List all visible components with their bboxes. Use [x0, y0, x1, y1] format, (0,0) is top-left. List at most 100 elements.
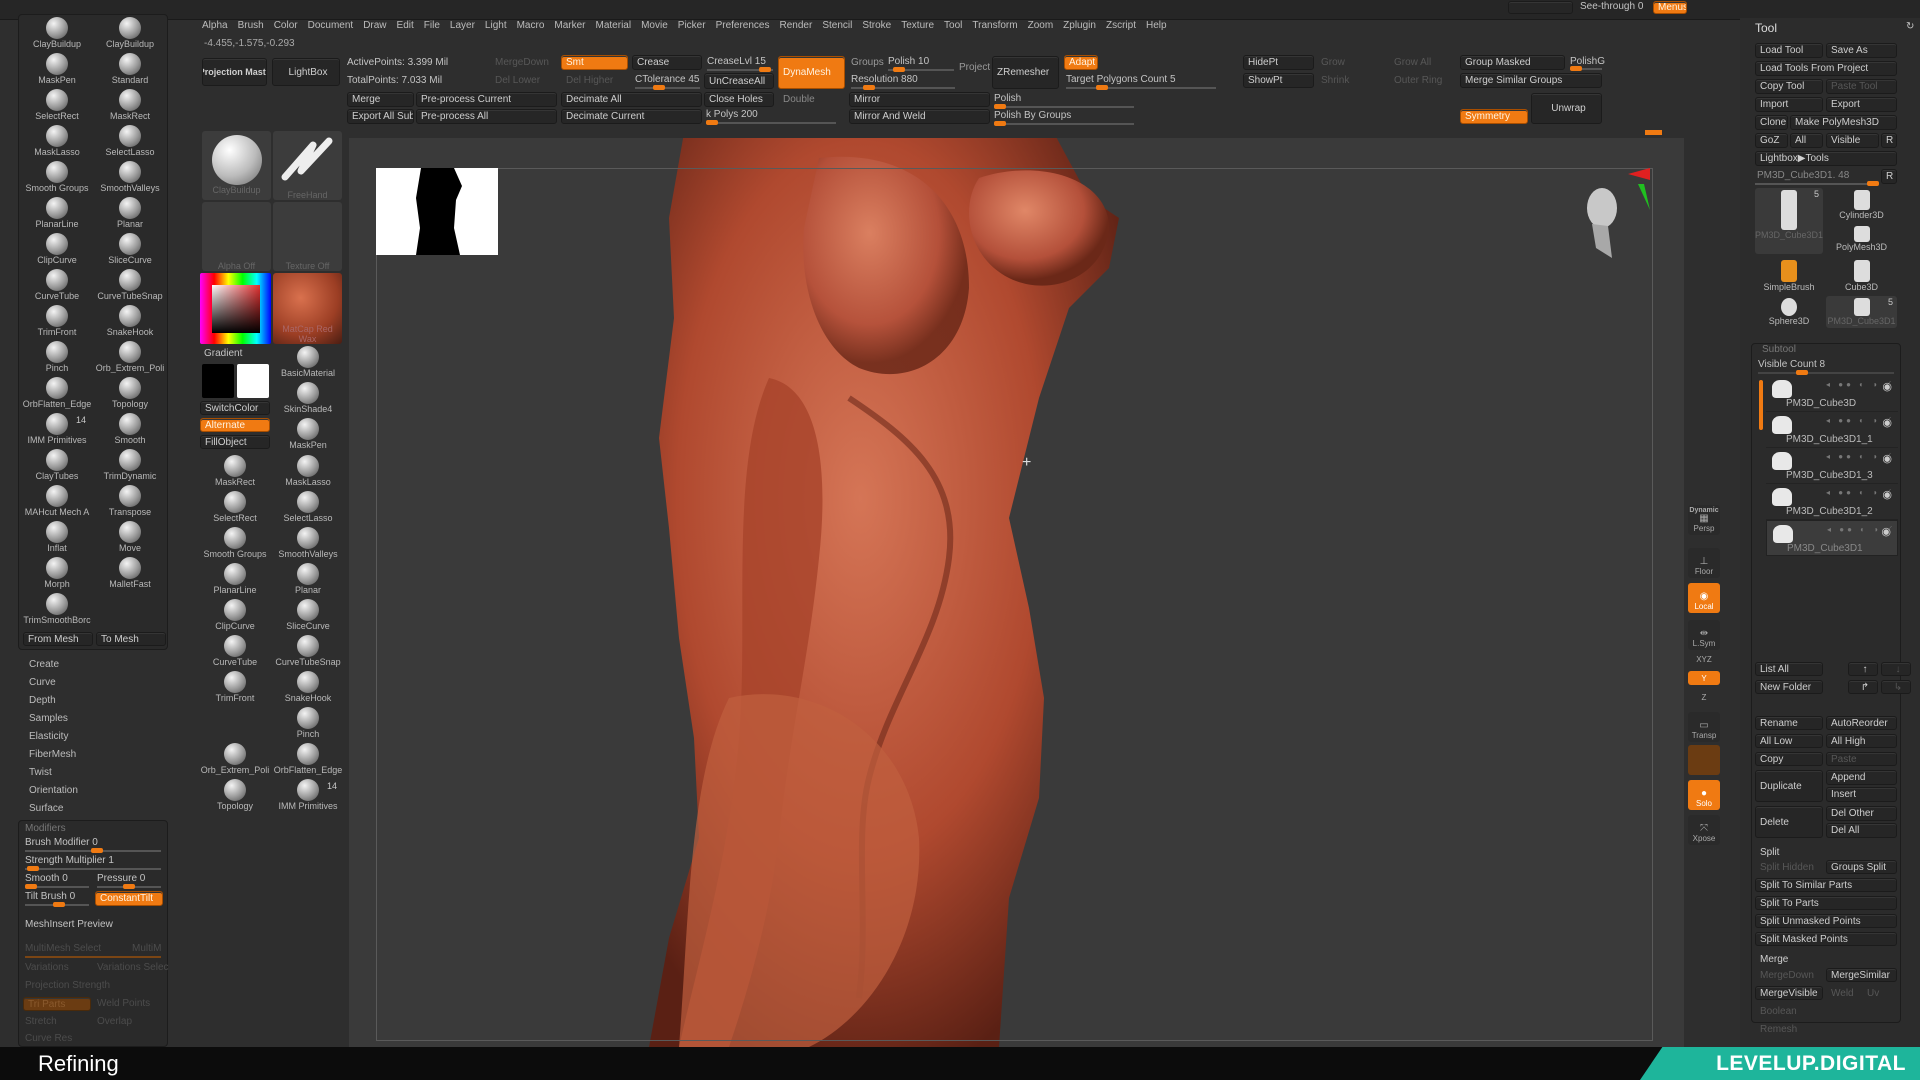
from-mesh-button[interactable]: From Mesh [23, 632, 93, 646]
all-high-button[interactable]: All High [1826, 734, 1897, 748]
brush-menu-create[interactable]: Create [29, 659, 59, 670]
load-tool-button[interactable]: Load Tool [1755, 43, 1823, 58]
subtool-item[interactable]: ◂ ●● ◐ ◑ ⟋ ◉ PM3D_Cube3D [1766, 376, 1898, 412]
brush-maskrect[interactable]: MaskRect [200, 455, 270, 491]
texture-thumbnail[interactable]: Texture Off [273, 202, 342, 271]
groups-split-button[interactable]: Groups Split [1826, 860, 1897, 874]
paste-tool-button[interactable]: Paste Tool [1826, 79, 1897, 94]
remesh-button[interactable]: Remesh [1755, 1022, 1823, 1036]
menu-stencil[interactable]: Stencil [822, 20, 852, 36]
menu-edit[interactable]: Edit [397, 20, 414, 36]
constant-tilt-toggle[interactable]: ConstantTilt [95, 891, 163, 906]
menu-tool[interactable]: Tool [944, 20, 962, 36]
smt-toggle[interactable]: Smt [561, 55, 628, 70]
brush-trimsmoothborc[interactable]: TrimSmoothBorc [22, 593, 92, 629]
color-picker[interactable] [200, 273, 271, 344]
brush-standard[interactable]: Standard [95, 53, 165, 89]
weld-points-toggle[interactable]: Weld Points [97, 998, 150, 1009]
dynamesh-button[interactable]: DynaMesh [778, 56, 845, 89]
split-unmasked-button[interactable]: Split Unmasked Points [1755, 914, 1897, 928]
goz-all-button[interactable]: All [1790, 133, 1823, 148]
basic-material[interactable]: BasicMaterial [273, 346, 343, 382]
brush-empty[interactable] [200, 707, 270, 743]
copy-tool-button[interactable]: Copy Tool [1755, 79, 1823, 94]
folder-out-icon[interactable]: ↳ [1881, 680, 1911, 694]
brush-pinch[interactable]: Pinch [273, 707, 343, 743]
brush-planar[interactable]: Planar [273, 563, 343, 599]
shelf-z-button[interactable]: Z [1688, 690, 1720, 704]
duplicate-button[interactable]: Duplicate [1755, 770, 1823, 802]
brush-planarline[interactable]: PlanarLine [200, 563, 270, 599]
main-color-swatch[interactable] [202, 364, 234, 398]
skinshade-material[interactable]: SkinShade4 [273, 382, 343, 418]
current-brush-thumbnail[interactable]: ClayBuildup [202, 131, 271, 200]
brush-curvetube[interactable]: CurveTube [22, 269, 92, 305]
brush-menu-orientation[interactable]: Orientation [29, 785, 78, 796]
tri-parts-toggle[interactable]: Tri Parts [23, 997, 91, 1011]
brush-trimdynamic[interactable]: TrimDynamic [95, 449, 165, 485]
tool-thumb-polymesh3d[interactable]: PolyMesh3D [1826, 224, 1897, 254]
menu-picker[interactable]: Picker [678, 20, 706, 36]
brush-trimfront[interactable]: TrimFront [200, 671, 270, 707]
shelf-floor-button[interactable]: ⊥ Floor [1688, 548, 1720, 578]
projection-strength-slider[interactable]: Projection Strength [25, 980, 110, 991]
variations-select-slider[interactable]: Variations Selec [97, 962, 169, 973]
shelf-persp-button[interactable]: Dynamic ▦ Persp [1688, 505, 1720, 535]
secondary-color-swatch[interactable] [237, 364, 269, 398]
split-parts-button[interactable]: Split To Parts [1755, 896, 1897, 910]
tool-thumb-cylinder3d[interactable]: Cylinder3D [1826, 188, 1897, 222]
grow-button[interactable]: Grow [1316, 55, 1386, 70]
brush-curvetubesnap[interactable]: CurveTubeSnap [273, 635, 343, 671]
import-button[interactable]: Import [1755, 97, 1823, 112]
load-tools-from-project-button[interactable]: Load Tools From Project [1755, 61, 1897, 76]
project-toggle[interactable]: Project [959, 62, 990, 73]
reset-icon[interactable]: ↻ [1906, 21, 1914, 32]
merge-similar-button[interactable]: MergeSimilar [1826, 968, 1897, 982]
brush-modifier-slider[interactable]: Brush Modifier 0 [25, 837, 98, 848]
shelf-local-button[interactable]: ◉ Local [1688, 583, 1720, 613]
alternate-toggle[interactable]: Alternate [200, 418, 270, 432]
brush-curvetubesnap[interactable]: CurveTubeSnap [95, 269, 165, 305]
menu-light[interactable]: Light [485, 20, 507, 36]
all-low-button[interactable]: All Low [1755, 734, 1823, 748]
brush-menu-curve[interactable]: Curve [29, 677, 56, 688]
variations-slider[interactable]: Variations [25, 962, 69, 973]
brush-masklasso[interactable]: MaskLasso [273, 455, 343, 491]
shelf-transp-button[interactable]: ▭ Transp [1688, 712, 1720, 742]
shelf-solo-button[interactable]: ● Solo [1688, 780, 1720, 810]
subtool-item[interactable]: ◂ ●● ◐ ◑ ⟋ ◉ PM3D_Cube3D1 [1766, 520, 1898, 556]
subtool-item[interactable]: ◂ ●● ◐ ◑ ⟋ ◉ PM3D_Cube3D1_3 [1766, 448, 1898, 484]
brush-masklasso[interactable]: MaskLasso [22, 125, 92, 161]
menu-texture[interactable]: Texture [901, 20, 934, 36]
multim-slider[interactable]: MultiM [132, 943, 161, 954]
grow-all-button[interactable]: Grow All [1389, 55, 1457, 70]
subtool-item[interactable]: ◂ ●● ◐ ◑ ⟋ ◉ PM3D_Cube3D1_2 [1766, 484, 1898, 520]
stroke-thumbnail[interactable]: FreeHand [273, 131, 342, 200]
shrink-button[interactable]: Shrink [1316, 73, 1386, 88]
new-folder-button[interactable]: New Folder [1755, 680, 1823, 694]
lightbox-tools-button[interactable]: Lightbox▶Tools [1755, 151, 1897, 166]
menu-macro[interactable]: Macro [517, 20, 545, 36]
current-tool-slider[interactable]: PM3D_Cube3D1. 48 [1757, 170, 1849, 181]
brush-smooth[interactable]: Smooth [95, 413, 165, 449]
brush-claytubes[interactable]: ClayTubes [22, 449, 92, 485]
menu-render[interactable]: Render [780, 20, 813, 36]
del-higher-button[interactable]: Del Higher [561, 73, 628, 88]
menu-preferences[interactable]: Preferences [716, 20, 770, 36]
eye-icon[interactable]: ◉ [1882, 488, 1892, 501]
brush-smooth-groups[interactable]: Smooth Groups [22, 161, 92, 197]
brush-imm-primitives[interactable]: IMM Primitives 14 [273, 779, 343, 815]
shelf-xpose-button[interactable]: ⤧ Xpose [1688, 815, 1720, 845]
tool-thumb-cube3d[interactable]: Cube3D [1826, 258, 1897, 294]
polish-slider[interactable]: Polish 10 [888, 56, 929, 67]
brush-inflat[interactable]: Inflat [22, 521, 92, 557]
group-masked-button[interactable]: Group Masked [1460, 55, 1565, 70]
see-through-slider[interactable]: See-through 0 [1580, 1, 1643, 12]
to-mesh-button[interactable]: To Mesh [96, 632, 166, 646]
resolution-slider[interactable]: Resolution 880 [851, 74, 918, 85]
brush-smoothvalleys[interactable]: SmoothValleys [95, 161, 165, 197]
append-button[interactable]: Append [1826, 770, 1897, 785]
shelf-l-sym-button[interactable]: ⇹ L.Sym [1688, 620, 1720, 650]
ctolerance-slider[interactable]: CTolerance 45 [635, 74, 699, 85]
menu-transform[interactable]: Transform [972, 20, 1017, 36]
